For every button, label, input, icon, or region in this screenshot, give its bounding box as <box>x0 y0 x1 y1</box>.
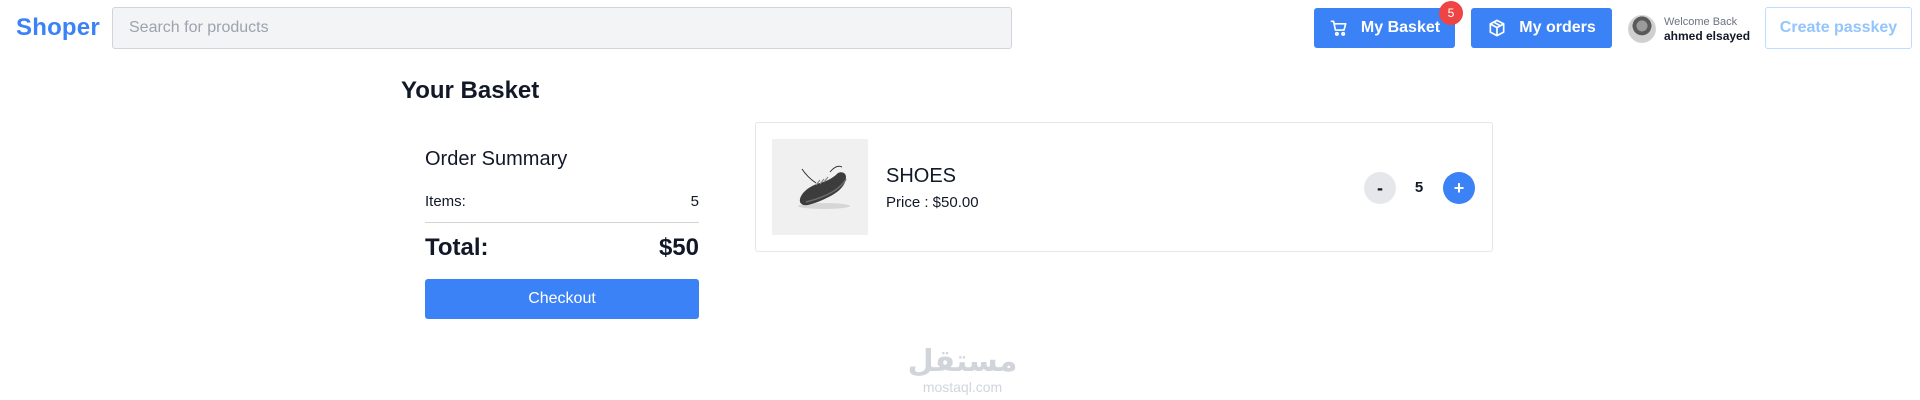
product-image[interactable] <box>772 139 868 235</box>
welcome-text: Welcome Back <box>1664 16 1738 28</box>
my-orders-button[interactable]: My orders <box>1471 8 1612 48</box>
create-passkey-button[interactable]: Create passkey <box>1765 7 1912 49</box>
top-navbar: Shoper My Basket 5 My orders Welcome Bac… <box>0 0 1920 56</box>
mostaql-watermark: مستقل mostaql.com <box>905 345 1020 395</box>
shoe-image <box>772 139 868 235</box>
items-value: 5 <box>690 193 699 210</box>
my-basket-button[interactable]: My Basket <box>1314 8 1455 48</box>
checkout-button[interactable]: Checkout <box>425 279 699 319</box>
decrease-quantity-button[interactable]: - <box>1364 172 1396 204</box>
cart-item-card: SHOES Price : $50.00 - 5 + <box>755 122 1493 252</box>
user-info[interactable]: Welcome Back ahmed elsayed <box>1628 13 1750 45</box>
product-name: SHOES <box>886 165 957 187</box>
summary-divider <box>425 222 699 223</box>
my-basket-label: My Basket <box>1360 19 1441 36</box>
my-orders-label: My orders <box>1519 19 1596 36</box>
order-summary: Order Summary Items: 5 Total: $50 Checko… <box>425 148 699 319</box>
search-input[interactable] <box>112 7 1012 49</box>
total-value: $50 <box>658 234 699 261</box>
quantity-value: 5 <box>1414 179 1424 196</box>
watermark-latin: mostaql.com <box>922 379 1003 395</box>
username: ahmed elsayed <box>1664 29 1751 43</box>
order-summary-title: Order Summary <box>425 148 568 170</box>
product-price: Price : $50.00 <box>886 194 979 211</box>
cart-icon <box>1330 20 1347 36</box>
total-row: Total: $50 <box>425 234 699 262</box>
items-label: Items: <box>425 193 466 210</box>
increase-quantity-button[interactable]: + <box>1443 172 1475 204</box>
user-greeting: Welcome Back ahmed elsayed <box>1664 15 1750 43</box>
items-row: Items: 5 <box>425 193 699 210</box>
page-title: Your Basket <box>401 77 540 104</box>
avatar <box>1628 15 1656 43</box>
box-icon <box>1489 19 1505 37</box>
total-label: Total: <box>425 234 489 261</box>
shoper-logo[interactable]: Shoper <box>16 14 100 42</box>
basket-count-badge: 5 <box>1439 1 1463 25</box>
watermark-arabic: مستقل <box>907 345 1018 378</box>
